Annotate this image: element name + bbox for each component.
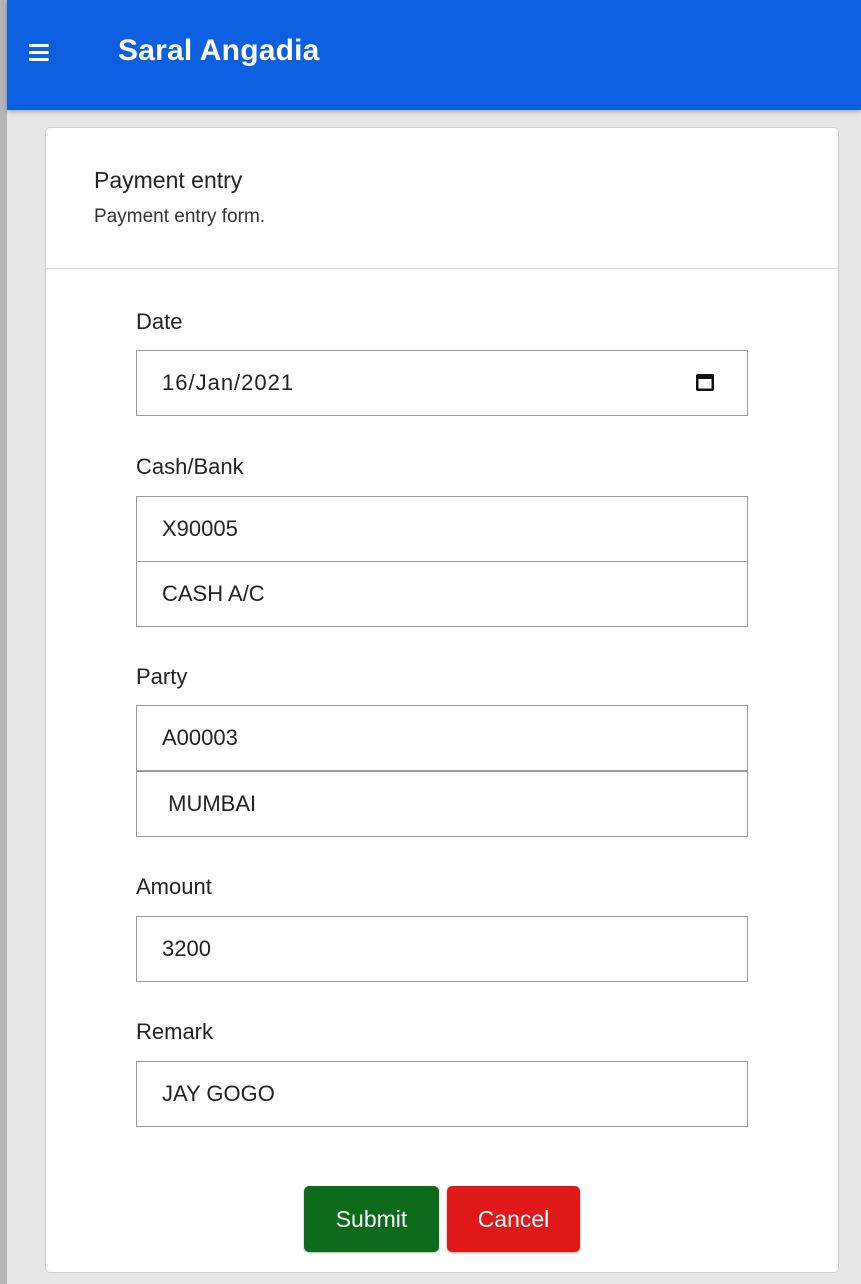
cancel-button[interactable]: Cancel bbox=[447, 1186, 580, 1252]
hamburger-menu-icon[interactable] bbox=[29, 44, 49, 62]
amount-input[interactable]: 3200 bbox=[136, 916, 748, 982]
card-subtitle: Payment entry form. bbox=[94, 206, 266, 227]
party-label: Party bbox=[136, 664, 188, 689]
submit-button[interactable]: Submit bbox=[304, 1186, 439, 1252]
card-header: Payment entry Payment entry form. bbox=[46, 128, 838, 269]
party-code-input[interactable]: A00003 bbox=[136, 705, 748, 771]
date-input[interactable]: 16/Jan/2021 bbox=[136, 350, 748, 416]
remark-input[interactable]: JAY GOGO bbox=[136, 1061, 748, 1127]
card-title: Payment entry bbox=[94, 167, 243, 193]
party-name-input[interactable]: MUMBAI bbox=[136, 771, 748, 837]
date-label: Date bbox=[136, 309, 183, 334]
cashbank-code-input[interactable]: X90005 bbox=[136, 496, 748, 562]
date-value: 16/Jan/2021 bbox=[162, 370, 295, 395]
calendar-icon[interactable] bbox=[695, 372, 715, 392]
cashbank-label: Cash/Bank bbox=[136, 454, 244, 479]
app-window: Saral Angadia Payment entry Payment entr… bbox=[0, 0, 861, 1284]
app-title: Saral Angadia bbox=[118, 34, 320, 67]
payment-entry-card: Payment entry Payment entry form. Date 1… bbox=[45, 127, 839, 1273]
amount-label: Amount bbox=[136, 874, 212, 899]
remark-label: Remark bbox=[136, 1019, 214, 1044]
top-app-bar: Saral Angadia bbox=[7, 0, 861, 110]
cashbank-name-input[interactable]: CASH A/C bbox=[136, 561, 748, 627]
